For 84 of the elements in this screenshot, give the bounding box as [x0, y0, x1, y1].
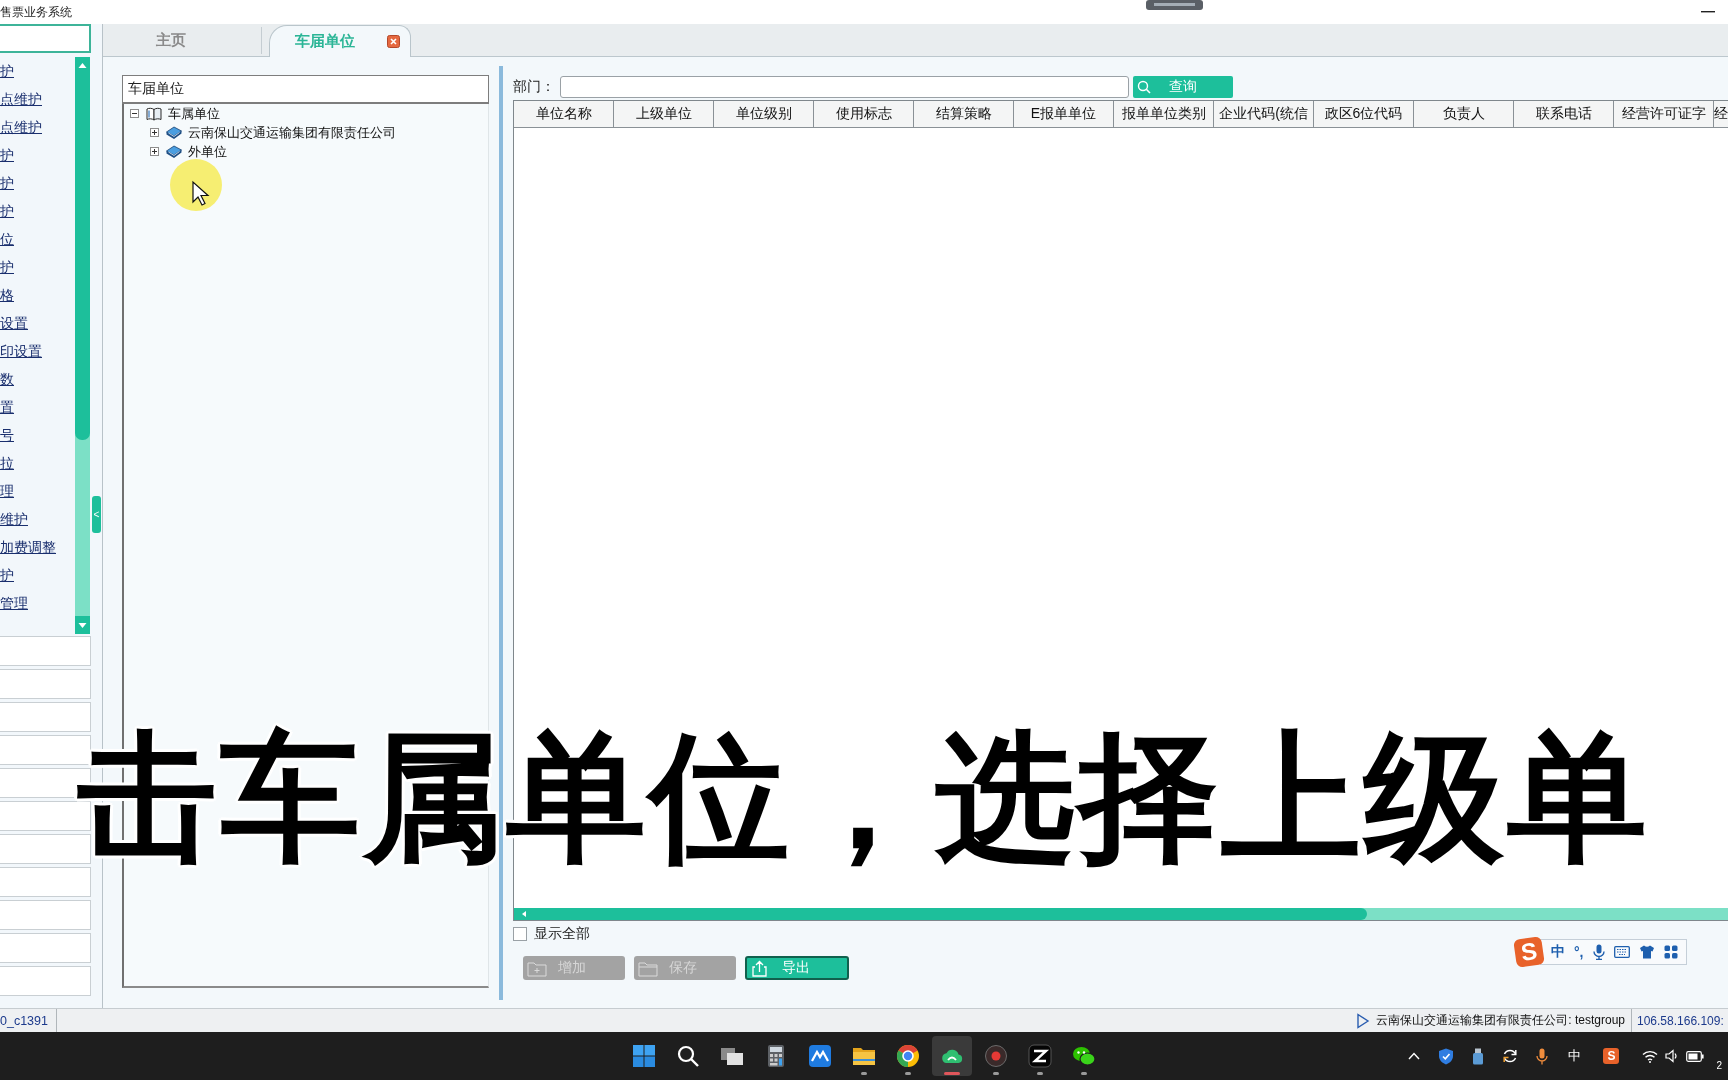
closed-book-icon: [166, 125, 182, 140]
play-arrow-icon: [1356, 1012, 1371, 1029]
input-language-indicator[interactable]: 中: [1568, 1047, 1582, 1065]
chevron-up-icon[interactable]: [1408, 1052, 1421, 1060]
sidebar-menu-link[interactable]: 护: [0, 566, 14, 584]
punctuation-toggle[interactable]: °,: [1574, 944, 1584, 960]
sidebar-menu-link[interactable]: 护: [0, 62, 14, 80]
mouse-pointer-icon: [169, 158, 223, 212]
start-icon: [632, 1044, 656, 1068]
minimize-icon[interactable]: [1701, 11, 1715, 13]
folder-plus-icon: [527, 959, 547, 977]
scrollbar-thumb[interactable]: [534, 908, 1367, 920]
search-icon: [676, 1044, 700, 1068]
minus-box-icon[interactable]: [130, 109, 139, 118]
column-header[interactable]: 企业代码(统信: [1214, 101, 1314, 127]
round-browser-icon: [896, 1044, 920, 1068]
search-field[interactable]: [0, 24, 91, 53]
sync-icon[interactable]: [1502, 1048, 1519, 1064]
folder-icon: [638, 959, 658, 977]
tree-node-label[interactable]: 云南保山交通运输集团有限责任公司: [188, 123, 396, 142]
close-icon[interactable]: [387, 35, 400, 48]
grid-icon[interactable]: [1663, 945, 1678, 959]
column-header[interactable]: 单位级别: [714, 101, 814, 127]
input-field[interactable]: [560, 76, 1129, 98]
scrollbar-track[interactable]: [514, 908, 1728, 920]
column-header[interactable]: 经: [1714, 101, 1728, 127]
input-mode-toggle[interactable]: 中: [1551, 943, 1565, 961]
plus-box-icon[interactable]: [150, 128, 159, 137]
shirt-icon[interactable]: [1638, 945, 1655, 959]
record-icon: [984, 1044, 1008, 1068]
sidebar-menu-link[interactable]: 加费调整: [0, 538, 56, 556]
z-logo-app-icon: [1028, 1044, 1052, 1068]
sidebar-menu-link[interactable]: 护: [0, 258, 14, 276]
checkbox[interactable]: [513, 927, 527, 941]
column-header[interactable]: 政区6位代码: [1314, 101, 1414, 127]
panel-header: 车届单位: [122, 75, 489, 104]
search-icon: [1137, 80, 1151, 94]
mountain-app-icon: [808, 1044, 832, 1068]
sidebar-menu-link[interactable]: 位: [0, 230, 14, 248]
sidebar-menu-link[interactable]: 维护: [0, 510, 28, 528]
sidebar-menu-link[interactable]: 设置: [0, 314, 28, 332]
column-header[interactable]: 使用标志: [814, 101, 914, 127]
recorder-bar-icon[interactable]: [1146, 0, 1203, 10]
keyboard-icon[interactable]: [1613, 946, 1630, 958]
sidebar-menu-link[interactable]: 护: [0, 174, 14, 192]
chat-bubbles-icon: [1072, 1044, 1096, 1068]
tree-node-label[interactable]: 车属单位: [168, 104, 220, 123]
column-header[interactable]: 报单单位类别: [1114, 101, 1214, 127]
tree-node-label[interactable]: 外单位: [188, 142, 227, 161]
battery-icon[interactable]: [1686, 1050, 1705, 1062]
column-header[interactable]: 上级单位: [614, 101, 714, 127]
sidebar-menu-link[interactable]: 置: [0, 398, 14, 416]
checkbox-label: 显示全部: [534, 925, 590, 943]
sidebar-menu-link[interactable]: 拉: [0, 454, 14, 472]
usb-drive-icon[interactable]: [1471, 1047, 1486, 1065]
sidebar-menu-link[interactable]: 号: [0, 426, 14, 444]
column-header[interactable]: 单位名称: [514, 101, 614, 127]
sidebar-menu-link[interactable]: 护: [0, 202, 14, 220]
scrollbar-track[interactable]: [75, 57, 90, 634]
sidebar-menu-link[interactable]: 理: [0, 482, 14, 500]
plus-box-icon[interactable]: [150, 147, 159, 156]
status-text: 106.58.166.109:: [1636, 1013, 1725, 1028]
scrollbar-thumb[interactable]: [75, 75, 90, 440]
field-label: 部门：: [513, 78, 556, 96]
sidebar-menu-link[interactable]: 印设置: [0, 342, 42, 360]
speaker-icon[interactable]: [1665, 1049, 1680, 1063]
sidebar-menu-link[interactable]: 点维护: [0, 118, 42, 136]
shield-icon[interactable]: [1438, 1047, 1455, 1065]
microphone-icon[interactable]: [1536, 1047, 1549, 1065]
sidebar-menu-link[interactable]: 点维护: [0, 90, 42, 108]
sidebar-menu-link[interactable]: 管理: [0, 594, 28, 612]
column-header[interactable]: 结算策略: [914, 101, 1014, 127]
column-header[interactable]: E报单单位: [1014, 101, 1114, 127]
column-header[interactable]: 经营许可证字: [1614, 101, 1714, 127]
sidebar-menu-link[interactable]: 数: [0, 370, 14, 388]
closed-book-icon: [166, 144, 182, 159]
column-header[interactable]: 负责人: [1414, 101, 1514, 127]
column-header[interactable]: 联系电话: [1514, 101, 1614, 127]
clock-text[interactable]: 2: [1716, 1061, 1722, 1071]
microphone-icon[interactable]: [1592, 944, 1605, 960]
sidebar-menu-link[interactable]: 格: [0, 286, 14, 304]
wifi-icon[interactable]: [1642, 1049, 1659, 1063]
sidebar-menu-link[interactable]: 护: [0, 146, 14, 164]
window-title: 售票业务系统: [0, 3, 72, 21]
